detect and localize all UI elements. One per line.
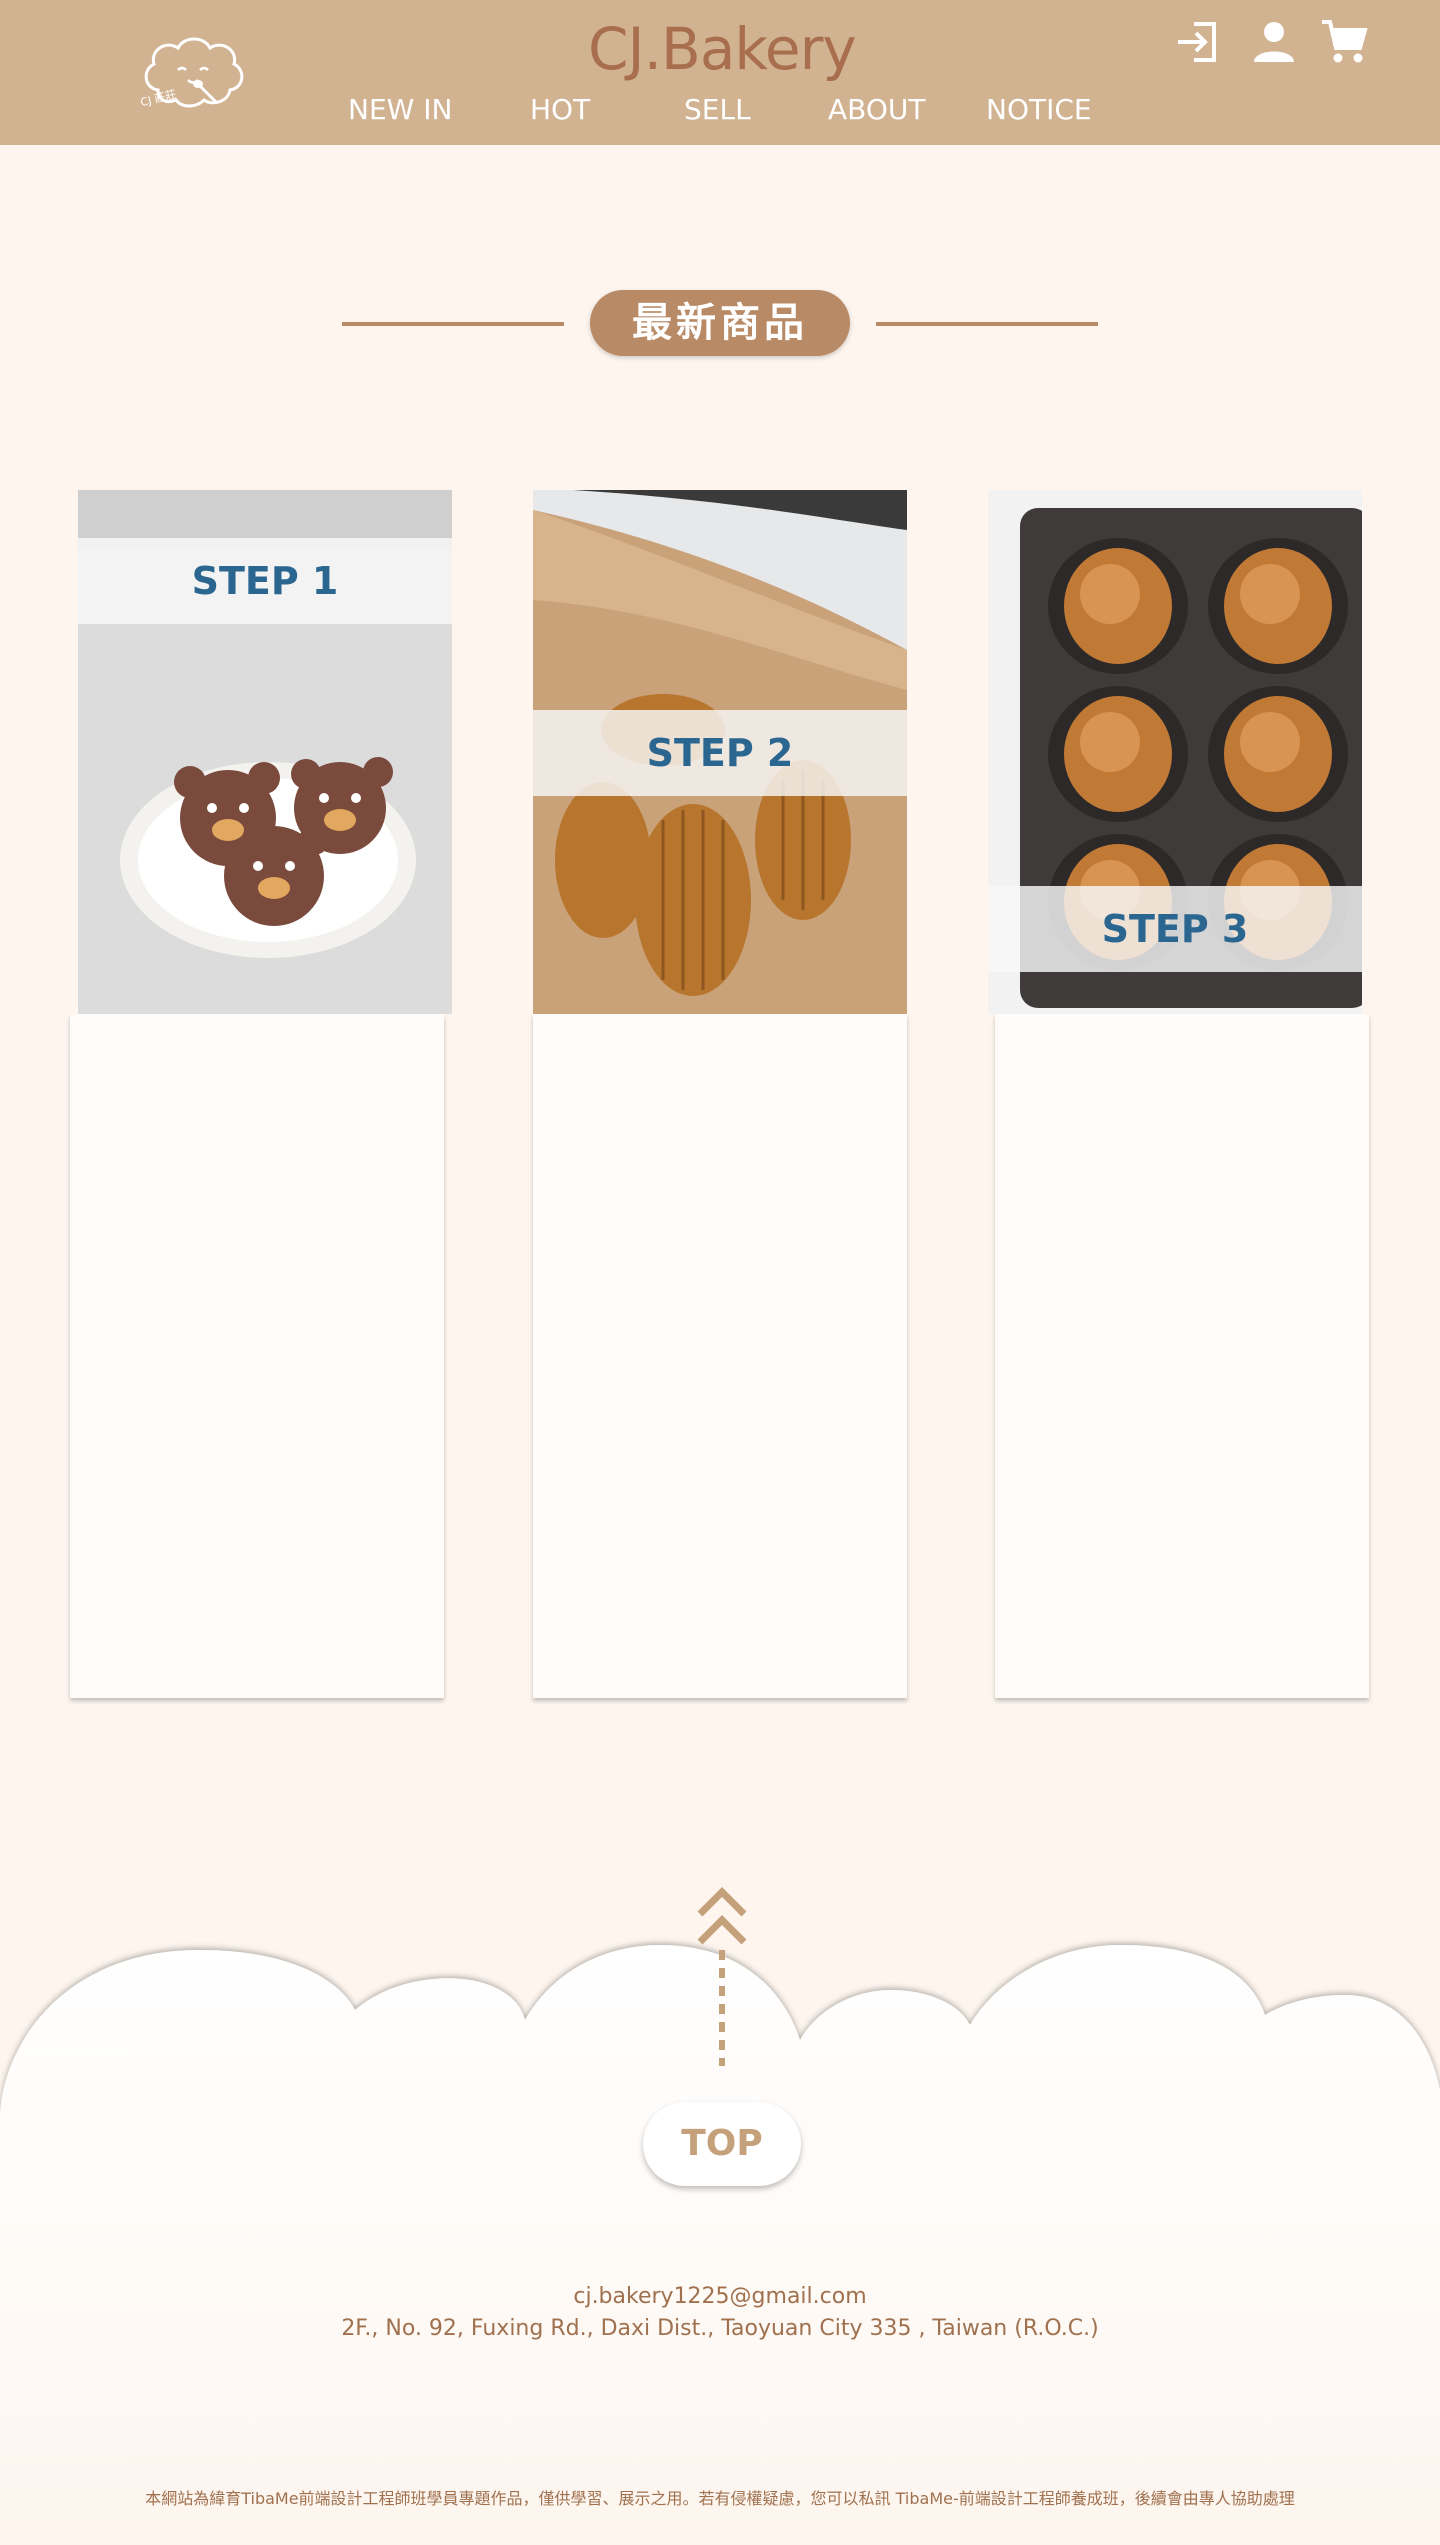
copyright-disclaimer: 本網站為緯育TibaMe前端設計工程師班學員專題作品，僅供學習、展示之用。若有侵…	[145, 2489, 1295, 2508]
scroll-top-arrow-icon[interactable]	[694, 1880, 750, 2070]
nav-hot[interactable]: HOT	[530, 88, 590, 132]
product-card-2-photo[interactable]: STEP 2	[533, 490, 907, 1014]
brand-wordmark[interactable]: CJ.Bakery	[588, 14, 857, 84]
contact-address: 2F., No. 92, Fuxing Rd., Daxi Dist., Tao…	[341, 2316, 1099, 2341]
product-card-2-body[interactable]	[533, 1014, 907, 1698]
nav-about[interactable]: ABOUT	[828, 88, 926, 132]
title-divider-right	[876, 322, 1098, 326]
login-icon[interactable]	[1172, 16, 1224, 68]
section-title: 最新商品	[590, 290, 850, 356]
title-divider-left	[342, 322, 564, 326]
main-nav: NEW IN HOT SELL ABOUT NOTICE	[0, 88, 1440, 132]
cart-icon[interactable]	[1318, 16, 1370, 68]
product-card-3-photo[interactable]: STEP 3	[988, 490, 1362, 1014]
nav-new-in[interactable]: NEW IN	[348, 88, 452, 132]
nav-notice[interactable]: NOTICE	[986, 88, 1092, 132]
user-icon[interactable]	[1248, 16, 1300, 68]
step-3-label: STEP 3	[988, 886, 1362, 972]
nav-sell[interactable]: SELL	[684, 88, 751, 132]
contact-email[interactable]: cj.bakery1225@gmail.com	[0, 2284, 1440, 2309]
product-card-1-body[interactable]	[70, 1014, 444, 1698]
product-card-1-photo[interactable]: STEP 1	[78, 490, 452, 1014]
product-card-3-body[interactable]	[995, 1014, 1369, 1698]
step-2-label: STEP 2	[533, 710, 907, 796]
back-to-top-button[interactable]: TOP	[643, 2102, 801, 2186]
step-1-label: STEP 1	[78, 538, 452, 624]
site-header: CJ 莊莊 CJ.Bakery NEW IN HOT SELL ABOUT NO…	[0, 0, 1440, 145]
